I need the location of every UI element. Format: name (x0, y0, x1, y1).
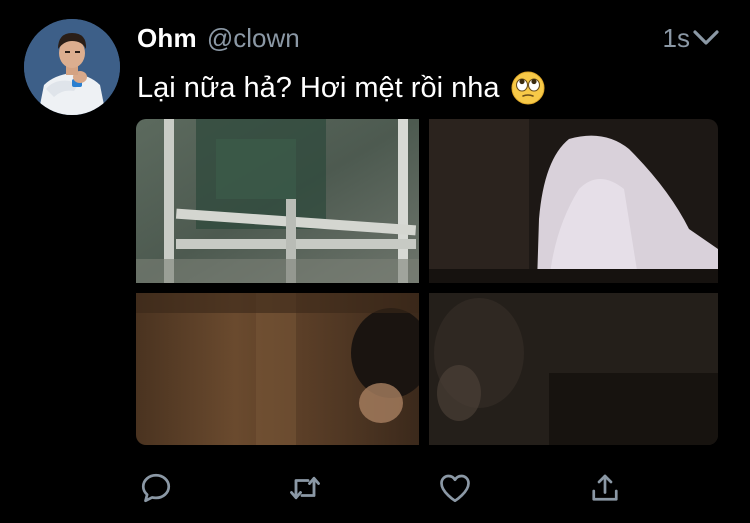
rolling-eyes-emoji-icon (511, 71, 545, 105)
author-handle[interactable]: @clown (207, 23, 300, 54)
media-grid (136, 119, 718, 445)
heart-icon (440, 474, 470, 503)
tweet-timestamp[interactable]: 1s (663, 22, 690, 54)
share-icon (592, 474, 618, 501)
media-photo-3[interactable] (136, 293, 419, 445)
retweet-icon (290, 476, 320, 500)
chevron-down-icon[interactable] (692, 26, 720, 50)
tweet[interactable]: Ohm @clown 1s Lại nữa hả? Hơi mệt rồi nh… (0, 0, 750, 523)
media-photo-4[interactable] (429, 293, 718, 445)
tweet-text: Lại nữa hả? Hơi mệt rồi nha (137, 71, 500, 104)
author-display-name[interactable]: Ohm (137, 23, 197, 54)
avatar[interactable] (24, 19, 120, 115)
retweet-button[interactable] (285, 468, 325, 508)
tweet-actions (0, 468, 750, 508)
reply-button[interactable] (136, 468, 176, 508)
reply-icon (141, 473, 171, 503)
tweet-text-row: Lại nữa hả? Hơi mệt rồi nha (137, 68, 545, 108)
tweet-header: Ohm @clown (137, 22, 300, 54)
media-photo-1[interactable] (136, 119, 419, 283)
share-button[interactable] (585, 468, 625, 508)
like-button[interactable] (435, 468, 475, 508)
media-photo-2[interactable] (429, 119, 718, 283)
